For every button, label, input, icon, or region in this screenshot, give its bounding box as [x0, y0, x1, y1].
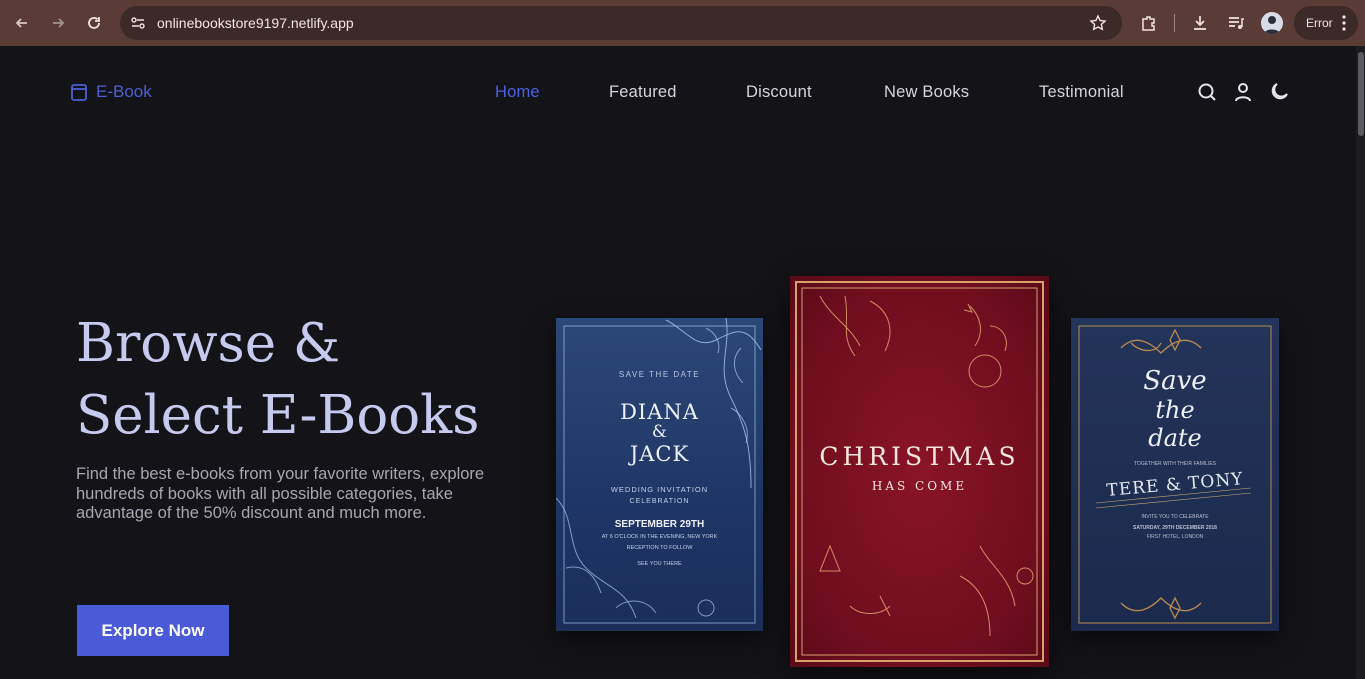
toolbar-divider [1174, 14, 1175, 32]
scrollbar-thumb[interactable] [1358, 52, 1364, 136]
book3-script-3: date [1148, 424, 1202, 452]
bookmark-star-icon[interactable] [1089, 14, 1107, 37]
book-cover-diana-jack[interactable]: SAVE THE DATE DIANA & JACK WEDDING INVIT… [556, 318, 763, 631]
hero-title-line1: Browse & [76, 313, 341, 374]
book3-small-3: SATURDAY, 29TH DECEMBER 2018 [1133, 525, 1217, 531]
nav-new-books[interactable]: New Books [884, 83, 969, 102]
browser-toolbar: onlinebookstore9197.netlify.app Error [0, 0, 1365, 46]
logo-link[interactable]: E-Book [70, 82, 152, 102]
floral-ornament [556, 318, 762, 624]
book1-save-the-date: SAVE THE DATE [618, 370, 701, 379]
address-bar[interactable]: onlinebookstore9197.netlify.app [120, 6, 1122, 40]
book-icon [71, 84, 87, 101]
site-info-icon[interactable] [130, 15, 146, 36]
extensions-icon[interactable] [1138, 12, 1160, 34]
forward-icon[interactable] [47, 12, 69, 34]
nav-featured[interactable]: Featured [609, 83, 677, 102]
book1-date: SEPTEMBER 29TH [614, 519, 705, 530]
book1-subtitle: WEDDING INVITATION [610, 485, 709, 494]
book3-small-2: INVITE YOU TO CELEBRATE [1141, 514, 1209, 520]
error-menu-button[interactable]: Error [1294, 6, 1358, 40]
back-icon[interactable] [11, 12, 33, 34]
book2-subtitle: HAS COME [871, 479, 968, 493]
reload-icon[interactable] [83, 12, 105, 34]
more-vert-icon [1342, 15, 1346, 34]
book1-subtitle2: CELEBRATION [629, 498, 690, 505]
book-cover-christmas[interactable]: CHRISTMAS HAS COME [790, 276, 1049, 667]
moon-icon[interactable] [1268, 81, 1290, 103]
explore-now-button[interactable]: Explore Now [77, 605, 229, 656]
logo-text: E-Book [96, 82, 152, 101]
search-icon[interactable] [1196, 81, 1218, 103]
hero-description: Find the best e-books from your favorite… [76, 465, 485, 522]
hero-title-line2: Select E-Books [76, 385, 480, 446]
hero-title: Browse & Select E-Books [76, 308, 479, 452]
nav-testimonial[interactable]: Testimonial [1039, 83, 1124, 102]
nav-home[interactable]: Home [495, 83, 540, 102]
book1-ampersand: & [651, 422, 668, 442]
book3-small-1: TOGETHER WITH THEIR FAMILIES [1133, 461, 1217, 467]
download-icon[interactable] [1189, 12, 1211, 34]
christmas-ornament [795, 281, 1044, 662]
user-icon[interactable] [1232, 81, 1254, 103]
error-label: Error [1306, 16, 1333, 30]
profile-avatar[interactable] [1261, 12, 1283, 34]
book1-line1: AT 6 O'CLOCK IN THE EVENING, NEW YORK [601, 534, 718, 540]
media-queue-icon[interactable] [1225, 12, 1247, 34]
url-text[interactable]: onlinebookstore9197.netlify.app [157, 15, 354, 31]
book3-script-2: the [1155, 396, 1195, 424]
nav-discount[interactable]: Discount [746, 83, 812, 102]
page-scrollbar[interactable] [1356, 46, 1365, 679]
book3-script-1: Save [1143, 366, 1207, 396]
book1-name-1: DIANA [620, 400, 699, 424]
book1-name-2: JACK [629, 442, 690, 466]
book1-line3: SEE YOU THERE [637, 561, 682, 567]
book3-small-4: FIRST HOTEL, LONDON [1146, 534, 1204, 540]
book-cover-tere-tony[interactable]: Save the date TOGETHER WITH THEIR FAMILI… [1071, 318, 1279, 631]
book2-title: CHRISTMAS [819, 442, 1020, 471]
page: E-Book Home Featured Discount New Books … [0, 46, 1356, 679]
book1-line2: RECEPTION TO FOLLOW [626, 545, 693, 551]
